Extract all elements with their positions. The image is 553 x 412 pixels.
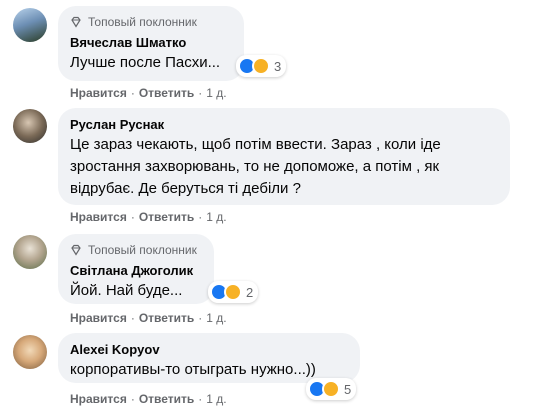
avatar[interactable] — [13, 235, 47, 269]
separator: · — [198, 86, 203, 100]
comment-author[interactable]: Світлана Джоголик — [70, 262, 202, 280]
comment-text: Лучше после Пасхи... — [70, 54, 221, 71]
comment-actions: Нравится · Ответить · 1 д. — [70, 391, 227, 407]
comment-text: Це зараз чекають, щоб потім ввести. Зара… — [70, 136, 441, 197]
separator: · — [130, 86, 135, 100]
comment-actions: Нравится · Ответить · 1 д. — [70, 85, 227, 101]
avatar[interactable] — [13, 8, 47, 42]
diamond-icon — [71, 16, 81, 28]
haha-reaction-icon — [322, 380, 340, 398]
like-button[interactable]: Нравится — [70, 86, 127, 100]
like-button[interactable]: Нравится — [70, 210, 127, 224]
timestamp[interactable]: 1 д. — [206, 210, 226, 224]
reply-button[interactable]: Ответить — [139, 311, 194, 325]
comment-text: Йой. Най буде... — [70, 282, 183, 299]
like-button[interactable]: Нравится — [70, 311, 127, 325]
timestamp[interactable]: 1 д. — [206, 311, 226, 325]
reply-button[interactable]: Ответить — [139, 86, 194, 100]
badge-label: Топовый поклонник — [88, 15, 197, 29]
reaction-summary[interactable]: 5 — [306, 378, 357, 400]
separator: · — [130, 392, 135, 406]
comment-actions: Нравится · Ответить · 1 д. — [70, 310, 227, 326]
diamond-icon — [71, 244, 81, 256]
comment-bubble: Alexei Kopyov корпоративы-то отыграть ну… — [58, 333, 360, 383]
reaction-count: 5 — [344, 381, 352, 397]
like-button[interactable]: Нравится — [70, 392, 127, 406]
comment-bubble: Руслан Руснак Це зараз чекають, щоб поті… — [58, 108, 510, 205]
top-fan-badge: Топовый поклонник — [70, 14, 232, 30]
comment-actions: Нравится · Ответить · 1 д. — [70, 209, 227, 225]
timestamp[interactable]: 1 д. — [206, 392, 226, 406]
reaction-summary[interactable]: 3 — [236, 55, 287, 77]
separator: · — [198, 210, 203, 224]
timestamp[interactable]: 1 д. — [206, 86, 226, 100]
reaction-count: 3 — [274, 58, 282, 74]
separator: · — [130, 311, 135, 325]
reply-button[interactable]: Ответить — [139, 210, 194, 224]
badge-label: Топовый поклонник — [88, 243, 197, 257]
comment-author[interactable]: Alexei Kopyov — [70, 341, 348, 359]
comment-bubble: Топовый поклонник Світлана Джоголик Йой.… — [58, 234, 214, 304]
comment-bubble: Топовый поклонник Вячеслав Шматко Лучше … — [58, 6, 244, 81]
separator: · — [130, 210, 135, 224]
haha-reaction-icon — [224, 283, 242, 301]
comment-author[interactable]: Вячеслав Шматко — [70, 34, 232, 52]
reply-button[interactable]: Ответить — [139, 392, 194, 406]
reaction-count: 2 — [246, 284, 254, 300]
top-fan-badge: Топовый поклонник — [70, 242, 202, 258]
separator: · — [198, 392, 203, 406]
separator: · — [198, 311, 203, 325]
avatar[interactable] — [13, 109, 47, 143]
comment-author[interactable]: Руслан Руснак — [70, 116, 498, 134]
reaction-summary[interactable]: 2 — [208, 281, 259, 303]
avatar[interactable] — [13, 335, 47, 369]
comment-text: корпоративы-то отыграть нужно...)) — [70, 361, 316, 378]
haha-reaction-icon — [252, 57, 270, 75]
